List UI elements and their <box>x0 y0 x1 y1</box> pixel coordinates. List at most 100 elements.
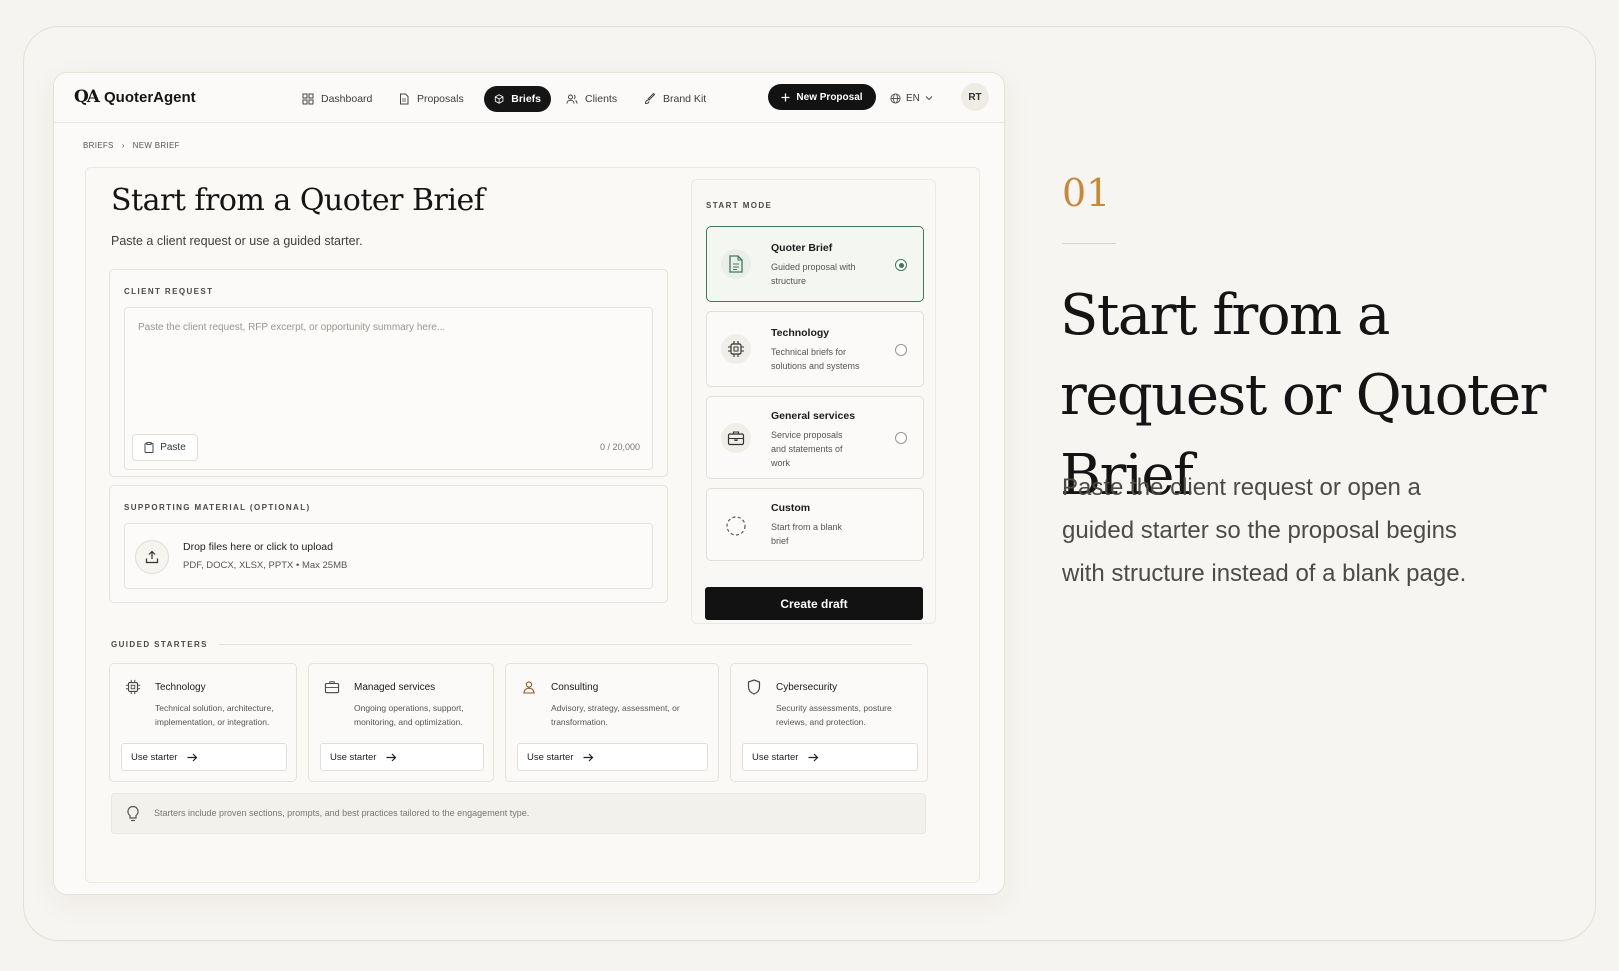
nav-dashboard[interactable]: Dashboard <box>292 86 382 112</box>
mode-title: Technology <box>771 327 830 339</box>
tip-text: Starters include proven sections, prompt… <box>154 808 530 818</box>
briefcase-icon <box>323 678 341 696</box>
use-starter-button[interactable]: Use starter <box>742 743 918 771</box>
use-starter-button[interactable]: Use starter <box>320 743 484 771</box>
chip-icon <box>721 334 751 364</box>
client-request-label: CLIENT REQUEST <box>124 287 214 296</box>
top-navbar: QA QuoterAgent Dashboard Proposals Brief… <box>54 73 1004 123</box>
starter-title: Managed services <box>354 682 436 693</box>
client-request-placeholder: Paste the client request, RFP excerpt, o… <box>138 322 446 333</box>
upload-icon <box>135 540 169 574</box>
mode-description: Start from a blank brief <box>771 522 843 546</box>
chevron-down-icon <box>925 96 933 101</box>
nav-label: Briefs <box>511 93 541 105</box>
clipboard-icon <box>144 442 154 453</box>
paste-label: Paste <box>160 442 186 453</box>
chip-icon <box>124 678 142 696</box>
character-counter: 0 / 20,000 <box>599 442 640 452</box>
file-dropzone[interactable]: Drop files here or click to upload PDF, … <box>124 523 653 589</box>
new-proposal-button[interactable]: New Proposal <box>768 84 876 110</box>
page-title: Start from a Quoter Brief <box>111 183 485 218</box>
cube-icon <box>494 94 504 104</box>
starter-title: Cybersecurity <box>776 682 838 693</box>
starter-card-managed-services: Managed services Ongoing operations, sup… <box>308 663 494 782</box>
language-label: EN <box>906 92 920 104</box>
mode-option-technology[interactable]: Technology Technical briefs for solution… <box>706 311 924 387</box>
starter-description: Advisory, strategy, assessment, or trans… <box>551 703 680 727</box>
upload-title: Drop files here or click to upload <box>183 541 333 553</box>
document-icon <box>400 93 409 105</box>
mode-title: Quoter Brief <box>771 242 833 254</box>
grid-icon <box>302 93 314 105</box>
nav-proposals[interactable]: Proposals <box>388 86 474 112</box>
use-starter-button[interactable]: Use starter <box>121 743 287 771</box>
start-mode-label: START MODE <box>706 201 773 210</box>
starter-description: Ongoing operations, support, monitoring,… <box>354 703 464 727</box>
mode-option-custom[interactable]: Custom Start from a blank brief <box>706 488 924 561</box>
divider <box>219 644 912 645</box>
nav-briefs[interactable]: Briefs <box>484 86 551 112</box>
use-starter-label: Use starter <box>752 751 799 763</box>
users-icon <box>566 94 578 104</box>
brush-icon <box>644 93 656 105</box>
starter-title: Technology <box>155 682 206 693</box>
nav-label: Proposals <box>417 93 464 105</box>
starter-card-consulting: Consulting Advisory, strategy, assessmen… <box>505 663 719 782</box>
guided-starters-label: GUIDED STARTERS <box>111 640 208 649</box>
document-icon <box>721 249 751 279</box>
use-starter-button[interactable]: Use starter <box>517 743 708 771</box>
breadcrumb: BRIEFS › NEW BRIEF <box>83 141 180 150</box>
logo[interactable]: QA QuoterAgent <box>74 87 196 107</box>
person-icon <box>520 678 538 696</box>
mode-title: Custom <box>771 502 811 514</box>
lightbulb-icon <box>127 805 139 822</box>
logo-mark: QA <box>74 87 100 107</box>
mode-title: General services <box>771 410 856 422</box>
mode-radio[interactable] <box>895 259 907 271</box>
nav-brand-kit[interactable]: Brand Kit <box>634 86 716 112</box>
client-request-input[interactable]: Paste the client request, RFP excerpt, o… <box>124 307 653 470</box>
use-starter-label: Use starter <box>330 751 377 763</box>
new-proposal-label: New Proposal <box>796 91 863 103</box>
starter-description: Security assessments, posture reviews, a… <box>776 703 892 727</box>
breadcrumb-new-brief: NEW BRIEF <box>132 141 180 150</box>
language-selector[interactable]: EN <box>890 86 933 110</box>
client-request-card: CLIENT REQUEST Paste the client request,… <box>109 269 668 477</box>
mode-radio[interactable] <box>895 432 907 444</box>
paste-button[interactable]: Paste <box>132 434 198 461</box>
use-starter-label: Use starter <box>527 751 574 763</box>
starter-description: Technical solution, architecture, implem… <box>155 703 274 727</box>
breadcrumb-separator-icon: › <box>121 141 125 150</box>
nav-label: Clients <box>585 93 618 105</box>
create-draft-button[interactable]: Create draft <box>705 587 923 620</box>
arrow-right-icon <box>583 753 594 761</box>
feature-description: Paste the client request or open a guide… <box>1062 474 1467 587</box>
arrow-right-icon <box>386 753 397 761</box>
dashed-circle-icon <box>721 511 751 541</box>
nav-label: Dashboard <box>321 93 373 105</box>
globe-icon <box>890 92 901 104</box>
nav-label: Brand Kit <box>663 93 707 105</box>
mode-option-general-services[interactable]: General services Service proposals and s… <box>706 396 924 479</box>
mode-description: Technical briefs for solutions and syste… <box>771 347 860 371</box>
starter-card-cybersecurity: Cybersecurity Security assessments, post… <box>730 663 928 782</box>
mode-description: Guided proposal with structure <box>771 262 856 286</box>
mode-radio[interactable] <box>895 344 907 356</box>
shield-icon <box>745 678 763 696</box>
start-mode-panel: START MODE Quoter Brief Guided proposal … <box>691 179 936 624</box>
step-divider <box>1062 243 1116 244</box>
mode-description: Service proposals and statements of work <box>771 430 843 468</box>
supporting-material-label: SUPPORTING MATERIAL (OPTIONAL) <box>124 503 311 512</box>
app-window: QA QuoterAgent Dashboard Proposals Brief… <box>53 72 1005 895</box>
avatar[interactable]: RT <box>961 83 989 111</box>
mode-option-quoter-brief[interactable]: Quoter Brief Guided proposal with struct… <box>706 226 924 302</box>
arrow-right-icon <box>808 753 819 761</box>
step-number: 01 <box>1062 171 1111 215</box>
plus-icon <box>781 93 790 101</box>
breadcrumb-briefs[interactable]: BRIEFS <box>83 141 114 150</box>
nav-clients[interactable]: Clients <box>556 86 627 112</box>
upload-formats: PDF, DOCX, XLSX, PPTX • Max 25MB <box>183 560 348 571</box>
starter-title: Consulting <box>551 682 599 693</box>
briefcase-icon <box>721 423 751 453</box>
page-subtitle: Paste a client request or use a guided s… <box>111 234 363 248</box>
